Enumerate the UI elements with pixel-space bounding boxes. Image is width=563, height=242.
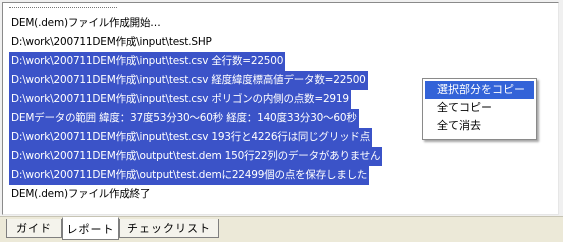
separator-line: [9, 7, 117, 10]
log-line[interactable]: D:\work\200711DEM作成\output\test.demに2249…: [9, 166, 370, 185]
log-line[interactable]: DEM(.dem)ファイル作成終了: [9, 185, 152, 204]
tab-checklist[interactable]: チェックリスト: [119, 219, 219, 238]
log-line[interactable]: DEM(.dem)ファイル作成開始…: [9, 14, 163, 33]
menu-item-copy-selection[interactable]: 選択部分をコピー: [425, 81, 534, 99]
log-line[interactable]: D:\work\200711DEM作成\input\test.csv 193行と…: [9, 128, 373, 147]
log-line[interactable]: D:\work\200711DEM作成\output\test.dem 150行…: [9, 147, 383, 166]
report-log-panel[interactable]: DEM(.dem)ファイル作成開始… D:\work\200711DEM作成\i…: [2, 2, 559, 215]
log-line[interactable]: D:\work\200711DEM作成\input\test.csv 全行数=2…: [9, 52, 286, 71]
log-line[interactable]: D:\work\200711DEM作成\input\test.csv 経度緯度標…: [9, 71, 368, 90]
tab-report[interactable]: レポート: [62, 217, 119, 240]
log-lines: DEM(.dem)ファイル作成開始… D:\work\200711DEM作成\i…: [9, 14, 383, 204]
tab-guide[interactable]: ガイド: [6, 219, 62, 238]
log-line[interactable]: D:\work\200711DEM作成\input\test.SHP: [9, 33, 214, 52]
tab-strip: ガイド レポート チェックリスト: [0, 216, 563, 242]
log-line[interactable]: DEMデータの範囲 緯度：37度53分30～60秒 経度：140度33分30～6…: [9, 109, 359, 128]
context-menu: 選択部分をコピー 全てコピー 全て消去: [422, 78, 537, 140]
log-line[interactable]: D:\work\200711DEM作成\input\test.csv ポリゴンの…: [9, 90, 351, 109]
menu-item-copy-all[interactable]: 全てコピー: [425, 99, 534, 117]
menu-item-clear-all[interactable]: 全て消去: [425, 117, 534, 135]
